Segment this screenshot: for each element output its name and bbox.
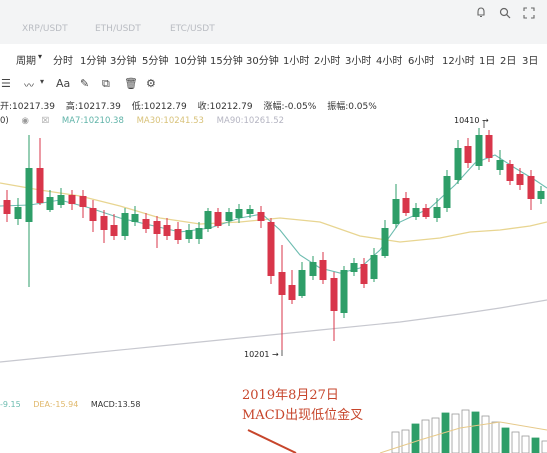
candle-body [257, 212, 265, 221]
candle-body [79, 196, 87, 207]
candle-body [360, 264, 368, 284]
candle-body [537, 191, 545, 199]
macd-bar [461, 409, 470, 453]
candle-body [100, 216, 108, 230]
candle-body [278, 272, 286, 295]
candle-body [496, 160, 504, 170]
annotation-date: 2019年8月27日 [242, 388, 339, 403]
candle-body [204, 211, 212, 229]
candle-body [412, 208, 420, 217]
candle-body [475, 135, 483, 166]
macd-bar [481, 415, 490, 453]
dea-value: DEA:-15.94 [33, 400, 79, 409]
candle-body [121, 213, 129, 236]
macd-bar [391, 431, 400, 453]
macd-legend: -9.15 DEA:-15.94 MACD:13.58 [0, 400, 150, 409]
candle-body [454, 148, 462, 180]
macd-bar [501, 427, 510, 453]
candle-body [527, 176, 535, 199]
candles [3, 128, 545, 350]
macd-bar [521, 435, 530, 453]
high-price-label: 10410 → [454, 116, 489, 125]
macd-histogram [391, 409, 547, 453]
candle-body [319, 260, 327, 280]
candle-body [340, 270, 348, 313]
candle-body [25, 168, 33, 222]
candle-body [89, 208, 97, 221]
macd-bar [541, 440, 547, 453]
macd-value: MACD:13.58 [90, 400, 141, 409]
candle-body [46, 197, 54, 210]
candle-body [153, 221, 161, 234]
candle-body [142, 219, 150, 229]
candle-body [402, 198, 410, 213]
candle-body [298, 270, 306, 296]
annotation-text: MACD出现低位金叉 [242, 408, 364, 423]
candle-body [422, 208, 430, 217]
candle-body [350, 263, 358, 272]
candle-body [195, 228, 203, 239]
candle-body [225, 212, 233, 221]
candle-body [131, 214, 139, 222]
annotation-arrow [247, 429, 297, 453]
dif-value: -9.15 [0, 400, 21, 409]
macd-bar [511, 431, 520, 453]
macd-bar [451, 413, 460, 453]
candle-body [14, 207, 22, 219]
candle-body [163, 225, 171, 236]
macd-bar [411, 423, 420, 453]
candle-body [392, 199, 400, 224]
candle-body [110, 225, 118, 236]
candle-body [214, 212, 222, 226]
candle-body [370, 255, 378, 279]
candle-body [464, 146, 472, 163]
candle-body [57, 195, 65, 205]
candle-body [485, 135, 493, 158]
candle-body [288, 285, 296, 300]
candle-body [246, 209, 254, 214]
candle-body [235, 209, 243, 218]
candle-body [443, 176, 451, 208]
candle-body [174, 229, 182, 240]
candle-body [506, 164, 514, 181]
candle-body [68, 195, 76, 204]
macd-bar [401, 429, 410, 453]
candle-body [267, 222, 275, 276]
macd-bar [421, 419, 430, 453]
candle-body [381, 228, 389, 256]
candle-body [309, 262, 317, 276]
candle-body [516, 174, 524, 185]
low-price-label: 10201 → [244, 350, 279, 359]
candle-body [36, 168, 44, 203]
macd-bar [491, 421, 500, 453]
candle-body [433, 207, 441, 218]
macd-bar [531, 437, 540, 453]
candle-body [185, 230, 193, 239]
candle-body [3, 200, 11, 214]
candle-body [330, 278, 338, 311]
macd-bar [471, 411, 480, 453]
